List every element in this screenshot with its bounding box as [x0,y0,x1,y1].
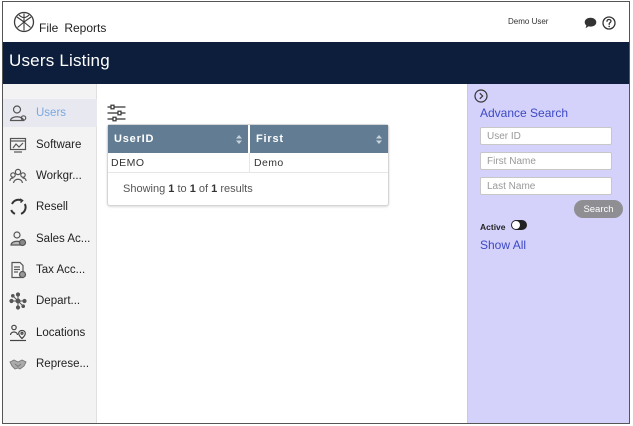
last-name-input[interactable] [480,177,612,195]
sidebar-item-locations[interactable]: Locations [3,319,97,347]
menu-reports[interactable]: Reports [64,21,106,35]
top-menu: File Reports [39,21,106,35]
handshake-icon [9,359,27,370]
sidebar-item-label: Workgr... [36,170,82,182]
table-row[interactable]: DEMO Demo [108,153,388,173]
column-header-first[interactable]: First [250,125,388,153]
cell-first[interactable]: Demo [250,153,388,172]
sort-icon[interactable] [236,135,242,144]
sidebar-item-label: Sales Ac... [36,233,91,245]
sales-account-icon [10,231,27,247]
sidebar-item-label: Resell [36,201,68,213]
sidebar-item-users[interactable]: Users [3,99,97,127]
sidebar-item-workgroups[interactable]: Workgr... [3,162,97,190]
sidebar-item-resell[interactable]: Resell [3,193,97,221]
sidebar-item-label: Locations [36,327,86,339]
sidebar-item-label: Software [36,139,82,151]
chevron-right-circle-icon[interactable] [474,89,488,103]
sidebar-item-label: Depart... [36,295,81,307]
column-header-userid[interactable]: UserID [108,125,250,153]
sort-icon[interactable] [376,135,382,144]
sidebar-item-sales-accounts[interactable]: Sales Ac... [3,225,97,253]
active-toggle[interactable] [511,220,527,230]
sliders-icon[interactable] [107,104,126,122]
sidebar-item-label: Represe... [36,358,90,370]
user-icon [9,105,27,122]
software-icon [9,137,27,153]
tax-account-icon [11,261,27,279]
question-circle-icon[interactable] [602,16,616,30]
table-header: UserID First [108,125,388,153]
sidebar-item-label: Tax Acc... [36,264,86,276]
active-label: Active [480,222,506,232]
cell-userid[interactable]: DEMO [108,153,250,172]
user-name[interactable]: Demo User [508,17,548,26]
advance-search-panel: Advance Search Search Active Show All [467,84,629,423]
show-all-link[interactable]: Show All [480,238,526,252]
app-window: File Reports Demo User Users Listing Use… [2,1,630,424]
department-icon [9,292,27,310]
sidebar-item-label: Users [36,107,67,119]
sidebar: Users Software Workgr... Resell Sales Ac… [3,84,97,423]
title-bar: Users Listing [3,42,629,84]
top-bar: File Reports Demo User [3,2,629,42]
radial-logo-icon[interactable] [13,11,35,33]
main-content: UserID First DEMO Demo Showing 1 to 1 of… [97,84,467,423]
location-icon [9,324,26,342]
menu-file[interactable]: File [39,21,58,35]
resell-icon [10,198,27,215]
sidebar-item-representatives[interactable]: Represe... [3,350,97,378]
sidebar-item-departments[interactable]: Depart... [3,287,97,315]
sidebar-item-tax-accounts[interactable]: Tax Acc... [3,256,97,284]
user-id-input[interactable] [480,127,612,145]
sidebar-item-software[interactable]: Software [3,131,97,159]
users-table: UserID First DEMO Demo Showing 1 to 1 of… [107,124,389,206]
group-icon [9,168,27,184]
chat-bubble-icon[interactable] [584,17,597,29]
page-title: Users Listing [9,51,110,70]
first-name-input[interactable] [480,152,612,170]
search-button[interactable]: Search [574,200,623,218]
advance-search-title: Advance Search [480,106,569,120]
results-summary: Showing 1 to 1 of 1 results [123,183,253,195]
